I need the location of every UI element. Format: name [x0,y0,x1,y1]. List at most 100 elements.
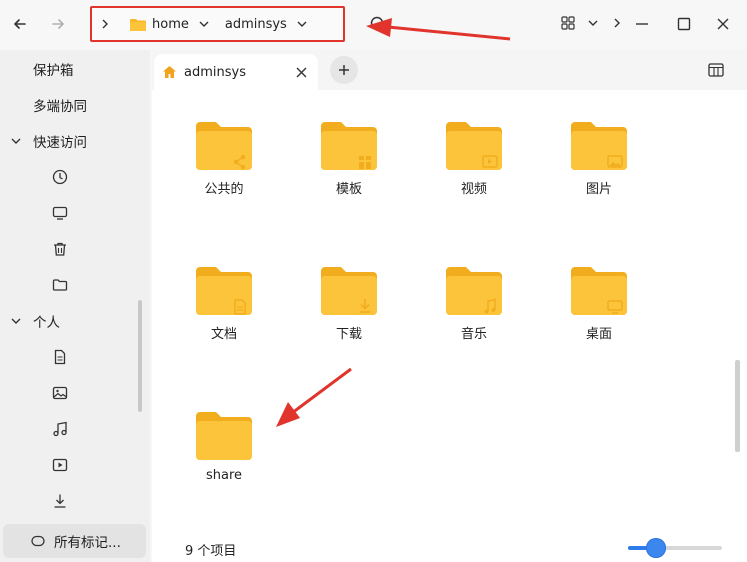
back-button[interactable] [8,12,32,36]
sidebar-group-quick-access[interactable]: 快速访问 [0,123,148,159]
sidebar-item-downloads[interactable] [0,483,148,519]
folder-icon [196,122,252,170]
minimize-button[interactable] [630,12,654,36]
folder-label: 音乐 [460,327,487,342]
folder-label: 视频 [460,182,487,197]
forward-button[interactable] [46,12,70,36]
zoom-slider-track[interactable] [628,546,722,550]
sidebar: 保护箱 多端协同 快速访问 个人 所有标记... [0,50,150,562]
title-bar: home adminsys [0,0,747,50]
folder-label: share [205,468,243,483]
breadcrumb-item-home[interactable]: home [130,9,209,39]
search-icon [370,16,386,32]
close-button[interactable] [711,12,735,36]
folder-item[interactable]: 模板 [309,120,389,210]
chevron-down-icon [11,138,21,144]
folder-item[interactable]: 图片 [559,120,639,210]
image-icon [52,386,68,400]
more-button[interactable] [608,14,626,32]
view-options-dropdown[interactable] [584,14,602,32]
folder-label: 图片 [585,182,612,197]
minimize-icon [636,23,648,25]
grid-view-icon [561,16,575,30]
tab-label: adminsys [184,64,246,80]
close-icon[interactable] [296,67,307,78]
sidebar-group-personal[interactable]: 个人 [0,303,148,339]
chevron-down-icon[interactable] [199,19,209,29]
main-scrollbar[interactable] [735,360,740,452]
folder-item[interactable]: 公共的 [184,120,264,210]
folder-label: 下载 [335,327,362,342]
view-mode-button[interactable] [558,13,578,33]
folder-icon [321,267,377,315]
close-icon [717,18,729,30]
arrow-left-icon [14,19,26,29]
sidebar-item-pictures[interactable] [0,375,148,411]
sidebar-item-documents[interactable] [0,339,148,375]
sidebar-scrollbar[interactable] [138,300,142,412]
plus-icon [339,65,349,75]
arrow-right-icon [52,19,64,29]
download-icon [54,494,66,508]
breadcrumb-label-adminsys: adminsys [224,16,287,32]
breadcrumb-label-home: home [152,16,189,32]
chevron-down-icon [11,318,21,324]
folder-label: 模板 [335,182,362,197]
detail-panel-button[interactable] [704,58,728,82]
tab-adminsys[interactable]: adminsys [154,54,318,90]
maximize-icon [677,17,691,31]
sidebar-panel-icon [708,63,724,77]
item-count: 9 个项目 [185,544,237,559]
sidebar-item-computer[interactable] [0,195,148,231]
zoom-slider-handle[interactable] [646,538,666,558]
chevron-right-icon [614,18,620,28]
folder-icon [130,18,146,31]
folder-label: 文档 [210,327,237,342]
chevron-right-icon [102,19,108,29]
folder-label: 公共的 [204,182,244,197]
folder-item[interactable]: 文档 [184,265,264,355]
monitor-icon [52,206,68,220]
sidebar-item-recent[interactable] [0,159,148,195]
sidebar-item-trash[interactable] [0,231,148,267]
sidebar-item-videos[interactable] [0,447,148,483]
sidebar-item-label: 多端协同 [33,99,87,115]
breadcrumb-expand-button[interactable] [100,9,110,39]
document-icon [54,349,66,365]
search-button[interactable] [366,12,390,36]
chevron-down-icon [588,20,598,26]
sidebar-item-label: 所有标记... [54,535,121,551]
folder-label: 桌面 [585,327,612,342]
folder-icon [196,412,252,460]
sidebar-item-label: 保护箱 [33,63,74,79]
clock-icon [52,169,68,185]
sidebar-item-multidevice[interactable]: 多端协同 [0,87,148,123]
sidebar-item-all-tags[interactable]: 所有标记... [3,524,146,558]
chevron-down-icon[interactable] [297,19,307,29]
folder-outline-icon [52,279,68,291]
folder-item[interactable]: 视频 [434,120,514,210]
folder-icon [321,122,377,170]
video-icon [52,458,68,472]
breadcrumb-item-adminsys[interactable]: adminsys [225,9,307,39]
maximize-button[interactable] [672,12,696,36]
folder-item[interactable]: 桌面 [559,265,639,355]
music-icon [53,421,67,437]
trash-icon [54,242,66,256]
sidebar-group-label: 个人 [33,315,60,331]
folder-icon [446,122,502,170]
folder-icon [571,122,627,170]
new-tab-button[interactable] [330,56,358,84]
home-icon [163,66,176,78]
folder-icon [196,267,252,315]
folder-icon [571,267,627,315]
sidebar-item-folder[interactable] [0,267,148,303]
sidebar-item-vault[interactable]: 保护箱 [0,51,148,87]
folder-item[interactable]: share [184,410,264,500]
tag-icon [31,535,45,547]
folder-item[interactable]: 音乐 [434,265,514,355]
folder-item[interactable]: 下载 [309,265,389,355]
sidebar-item-music[interactable] [0,411,148,447]
breadcrumb[interactable]: home adminsys [90,6,345,42]
folder-icon [446,267,502,315]
